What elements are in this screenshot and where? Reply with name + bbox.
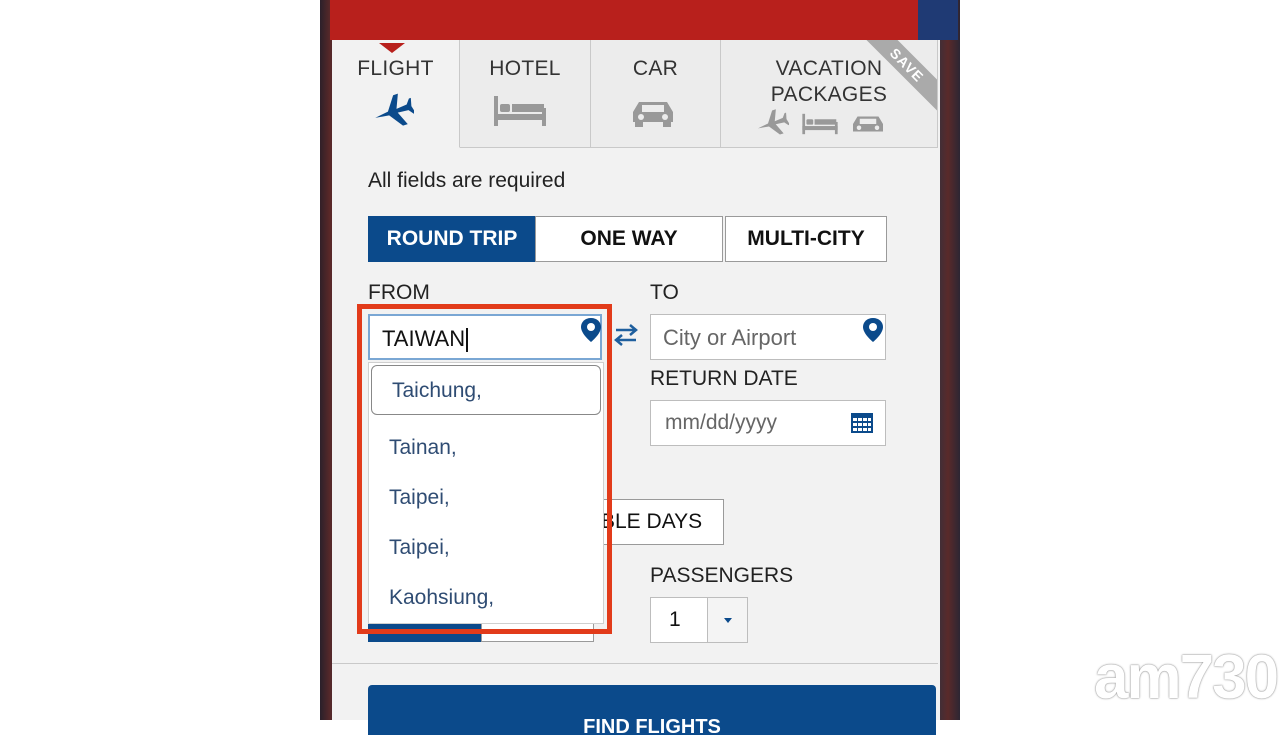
vacation-car-icon: [853, 116, 883, 132]
product-tabs: FLIGHT HOTEL CAR SAVE VACATION PACKAGES: [332, 40, 938, 149]
find-flights-button[interactable]: FIND FLIGHTS: [368, 685, 936, 738]
swap-icon[interactable]: [612, 322, 640, 348]
tab-car-label: CAR: [632, 57, 679, 80]
chevron-down-icon[interactable]: [707, 598, 747, 642]
to-input-placeholder: City or Airport: [663, 325, 797, 350]
watermark-logo: am730: [1094, 643, 1279, 712]
top-banner: [330, 0, 958, 40]
find-flights-label: FIND FLIGHTS: [583, 716, 721, 738]
round-trip-button[interactable]: ROUND TRIP: [368, 216, 536, 262]
calendar-icon[interactable]: [850, 412, 874, 434]
passengers-value: 1: [669, 608, 681, 631]
vacation-plane-icon: [757, 109, 789, 135]
tab-flight[interactable]: FLIGHT: [332, 40, 460, 148]
vacation-bed-icon: [802, 113, 838, 135]
return-date-label: RETURN DATE: [650, 367, 798, 390]
flexible-days-label: BLE DAYS: [601, 510, 703, 533]
tab-vacation-packages[interactable]: SAVE VACATION PACKAGES: [721, 40, 938, 148]
banner-edge: [918, 0, 958, 40]
to-input[interactable]: City or Airport: [650, 314, 886, 360]
to-location-pin-icon[interactable]: [862, 317, 884, 343]
to-label: TO: [650, 281, 679, 304]
tab-hotel-label: HOTEL: [489, 57, 561, 80]
trip-type-selector: ROUND TRIP ONE WAY MULTI-CITY: [368, 216, 887, 262]
tab-hotel[interactable]: HOTEL: [460, 40, 591, 148]
required-note: All fields are required: [368, 169, 566, 192]
tab-flight-label: FLIGHT: [357, 57, 434, 80]
bed-icon: [494, 96, 546, 126]
return-date-placeholder: mm/dd/yyyy: [665, 411, 778, 434]
passengers-label: PASSENGERS: [650, 564, 794, 587]
from-label: FROM: [368, 281, 430, 304]
tab-car[interactable]: CAR: [591, 40, 721, 148]
plane-icon: [375, 93, 414, 126]
multi-city-button[interactable]: MULTI-CITY: [725, 216, 887, 262]
car-icon: [633, 102, 673, 127]
passengers-select[interactable]: 1: [650, 597, 748, 643]
active-tab-pointer: [379, 43, 405, 53]
divider: [332, 663, 938, 664]
annotation-highlight-box: [357, 304, 612, 634]
one-way-button[interactable]: ONE WAY: [535, 216, 723, 262]
